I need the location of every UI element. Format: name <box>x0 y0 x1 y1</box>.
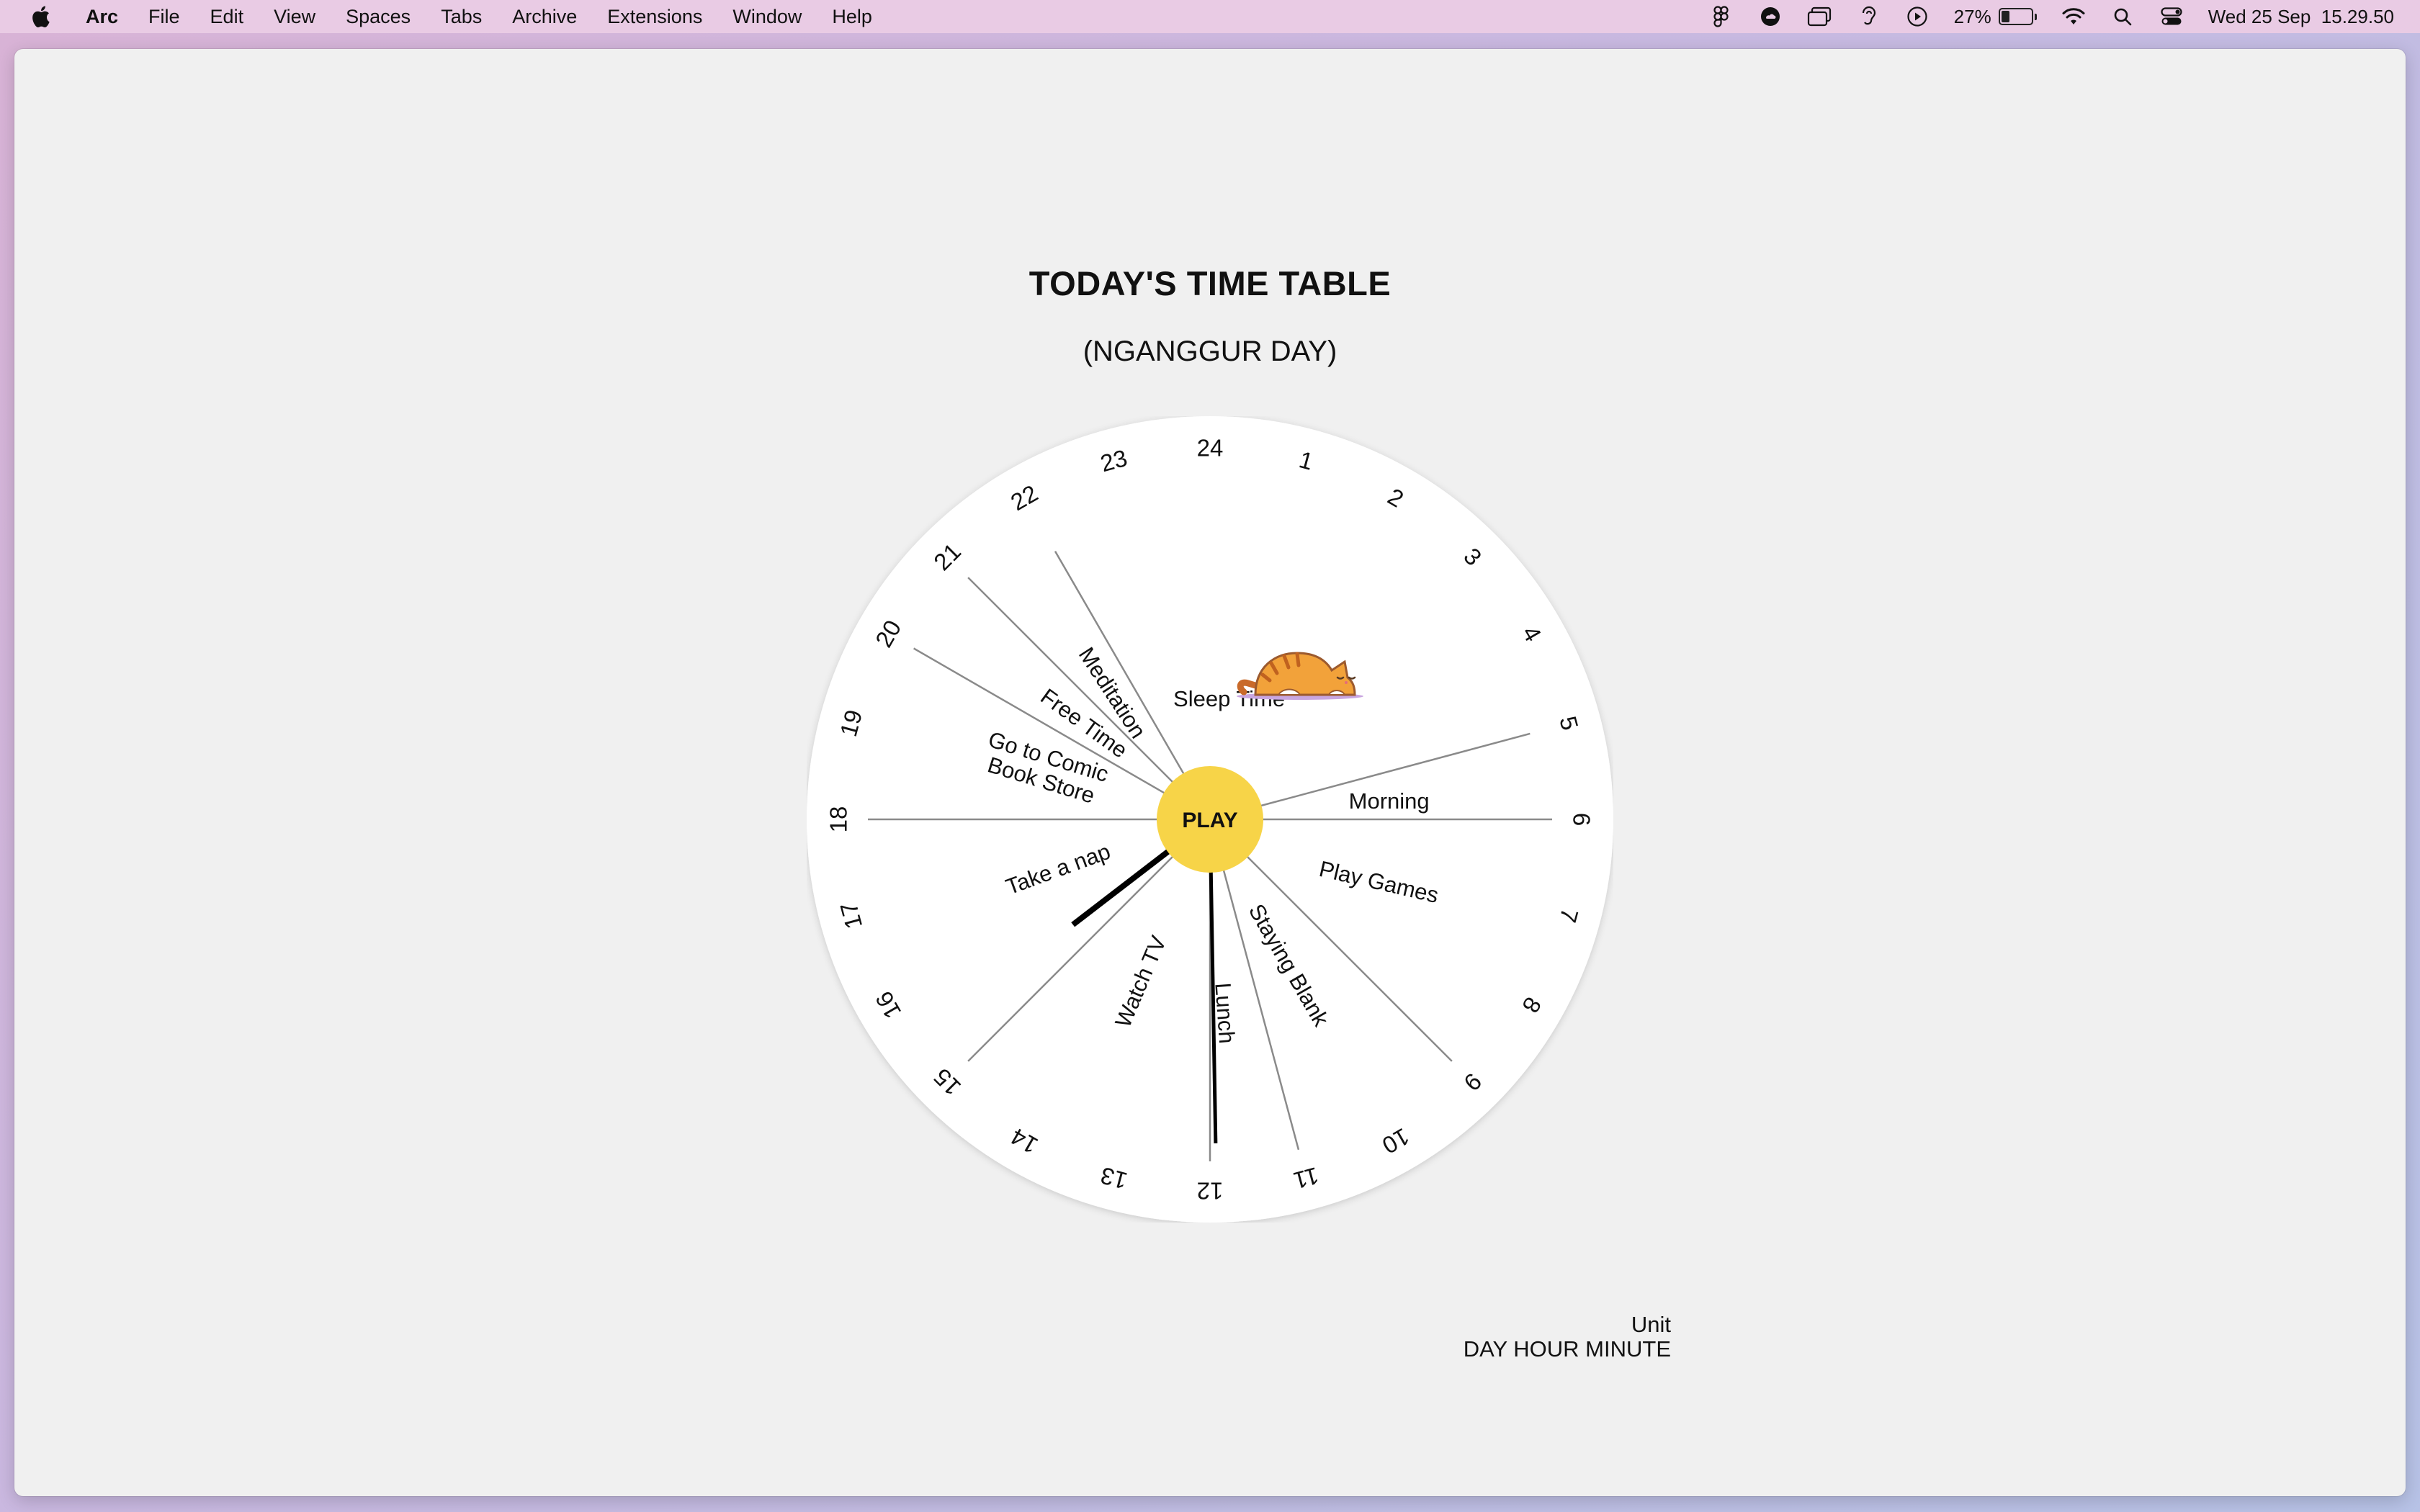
battery-fill <box>2001 11 2009 22</box>
menu-window[interactable]: Window <box>717 6 817 28</box>
wifi-icon[interactable] <box>2061 4 2086 29</box>
activity-label: Morning <box>1349 788 1430 813</box>
schedule-clock: 24 1234567891011121314151617181920212223 … <box>807 416 1613 1223</box>
battery-indicator[interactable]: 27% <box>1954 6 2037 28</box>
menu-extensions[interactable]: Extensions <box>592 6 717 28</box>
menu-view[interactable]: View <box>259 6 331 28</box>
menu-file[interactable]: File <box>133 6 195 28</box>
menubar-clock[interactable]: Wed 25 Sep 15.29.50 <box>2208 6 2394 28</box>
window-stack-icon[interactable] <box>1807 4 1832 29</box>
hour-label: 12 <box>1197 1178 1224 1205</box>
apple-logo-icon[interactable] <box>24 0 56 33</box>
unit-legend: Unit DAY HOUR MINUTE <box>1181 1313 1671 1362</box>
hour-label: 24 <box>1197 435 1224 462</box>
menu-tabs[interactable]: Tabs <box>426 6 497 28</box>
menu-help[interactable]: Help <box>817 6 887 28</box>
browser-window: TODAY'S TIME TABLE (NGANGGUR DAY) 24 1 2 3 4… <box>14 49 2406 1496</box>
search-icon[interactable] <box>2110 4 2135 29</box>
play-circle-icon[interactable] <box>1905 4 1930 29</box>
battery-percent: 27% <box>1953 5 1991 27</box>
play-button-label[interactable]: PLAY <box>1182 809 1237 832</box>
creative-cloud-icon[interactable] <box>1758 4 1783 29</box>
page-title: TODAY'S TIME TABLE <box>1028 264 1392 302</box>
menu-archive[interactable]: Archive <box>497 6 592 28</box>
page-subtitle: (NGANGGUR DAY) <box>1083 336 1337 367</box>
menu-bar: Arc File Edit View Spaces Tabs Archive E… <box>0 0 2420 33</box>
status-area: 27% Wed 25 Sep 15.29.50 <box>1709 0 2394 33</box>
unit-value: DAY HOUR MINUTE <box>1463 1336 1671 1362</box>
menu-app-name[interactable]: Arc <box>71 6 133 28</box>
hearing-icon[interactable] <box>1856 4 1881 29</box>
menu-spaces[interactable]: Spaces <box>331 6 426 28</box>
play-button[interactable]: PLAY <box>1157 766 1263 873</box>
battery-icon <box>1998 8 2033 25</box>
unit-label: Unit <box>1631 1312 1671 1337</box>
menu-edit[interactable]: Edit <box>195 6 259 28</box>
figma-icon[interactable] <box>1709 4 1734 29</box>
hour-label: 18 <box>825 806 852 833</box>
control-center-icon[interactable] <box>2159 4 2184 29</box>
hour-label: 6 <box>1569 813 1595 826</box>
